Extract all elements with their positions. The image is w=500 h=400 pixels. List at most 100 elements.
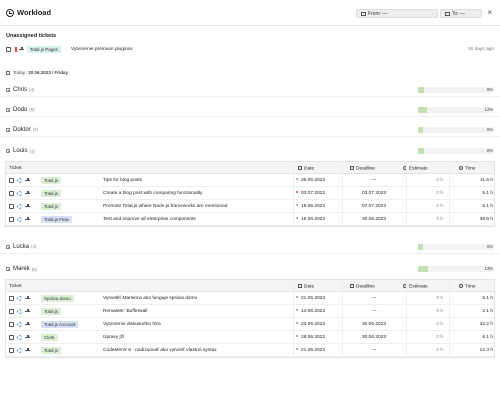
col-time[interactable]: Time bbox=[459, 283, 475, 289]
table-row[interactable]: Správa domu Vysvetliť Marekovi ako funguj… bbox=[6, 292, 494, 305]
tree-icon[interactable] bbox=[25, 308, 30, 314]
ticket-date-value: 21.06.2023 bbox=[301, 348, 326, 353]
ticket-name[interactable]: Remaster: Bufferwall bbox=[103, 309, 147, 314]
expand-icon[interactable] bbox=[6, 87, 10, 92]
collapse-icon[interactable] bbox=[6, 267, 10, 271]
tree-icon[interactable] bbox=[25, 216, 30, 222]
ticket-count: (6) bbox=[29, 107, 35, 112]
row-icons bbox=[9, 308, 33, 314]
unassigned-ticket-row[interactable]: Total.js Pages Vytvorenie prémium plugin… bbox=[6, 44, 494, 55]
table-row[interactable]: Total.js Remaster: Bufferwall 14.06.2023 — 0… bbox=[6, 305, 494, 318]
assign-user-icon[interactable] bbox=[17, 203, 22, 209]
col-deadline[interactable]: Deadline bbox=[350, 283, 375, 289]
table-row[interactable]: Clerk Úpravy jží 28.06.2023 30.06.2023 0 h 6.… bbox=[6, 331, 494, 344]
louis-rows: Total.js Tips for blog posts 26.05.2023 — 0 … bbox=[6, 174, 494, 226]
calculator-icon bbox=[9, 347, 14, 353]
table-row[interactable]: Total.js Account Vytvorenie diskusného fó… bbox=[6, 318, 494, 331]
assign-user-icon[interactable] bbox=[17, 190, 22, 196]
table-row[interactable]: Total.js Flow Test and improve all enterp… bbox=[6, 213, 494, 226]
project-tag: Total.js Account bbox=[41, 321, 79, 328]
col-date-label: Date bbox=[304, 284, 315, 289]
ticket-date: 21.06.2023 bbox=[296, 348, 325, 353]
ticket-date-value: 23.06.2023 bbox=[301, 322, 326, 327]
col-date[interactable]: Date bbox=[298, 165, 314, 171]
table-row[interactable]: Total.js Tips for blog posts 26.05.2023 — 0 … bbox=[6, 174, 494, 187]
tree-icon[interactable] bbox=[25, 203, 30, 209]
person-row-marek[interactable]: Marek (6) 13% bbox=[0, 262, 500, 276]
expand-icon[interactable] bbox=[6, 244, 10, 249]
project-tag: Total.js bbox=[41, 177, 62, 184]
ticket-name[interactable]: Test and improve all enterprise componen… bbox=[103, 217, 196, 222]
tree-icon[interactable] bbox=[25, 177, 30, 183]
assign-user-icon[interactable] bbox=[17, 321, 22, 327]
tree-icon[interactable] bbox=[19, 47, 24, 52]
workload-fill bbox=[418, 127, 423, 133]
ticket-name[interactable]: Úpravy jží bbox=[103, 335, 124, 340]
tree-icon[interactable] bbox=[25, 334, 30, 340]
ticket-time: 32.2 h bbox=[479, 322, 493, 327]
project-tag: Clerk bbox=[41, 334, 58, 341]
louis-ticket-table: Ticket Date Deadline Estimate Time Total… bbox=[5, 161, 495, 227]
workload-bar: 8% bbox=[418, 87, 494, 93]
ticket-date: 21.06.2023 bbox=[296, 296, 325, 301]
status-dot bbox=[296, 348, 298, 350]
workload-percent: 12% bbox=[484, 107, 493, 112]
table-row[interactable]: Total.js Promote Total.js where Node.js f… bbox=[6, 200, 494, 213]
assign-user-icon[interactable] bbox=[17, 216, 22, 222]
col-date[interactable]: Date bbox=[298, 283, 315, 289]
close-icon[interactable]: × bbox=[487, 8, 492, 17]
ticket-time: 11.6 h bbox=[480, 178, 493, 183]
from-date-field[interactable]: From: — bbox=[356, 9, 438, 18]
status-dot bbox=[296, 296, 298, 298]
col-deadline[interactable]: Deadline bbox=[350, 165, 375, 171]
ticket-deadline: — bbox=[371, 348, 377, 353]
ticket-date: 19.06.2023 bbox=[296, 204, 325, 209]
assign-user-icon[interactable] bbox=[17, 347, 22, 353]
ticket-estimate: 0 h bbox=[436, 335, 443, 340]
workload-percent: 6% bbox=[486, 244, 493, 249]
person-row-lucka[interactable]: Lucka (3) 6% bbox=[0, 240, 500, 254]
person-row-dodo[interactable]: Dodo (6) 12% bbox=[0, 103, 500, 117]
ticket-name[interactable]: Tips for blog posts bbox=[103, 178, 142, 183]
col-ticket[interactable]: Ticket bbox=[9, 166, 22, 171]
workload-bar: 6% bbox=[418, 127, 494, 133]
ticket-count: (4) bbox=[29, 148, 35, 154]
workload-fill bbox=[418, 244, 423, 250]
expand-icon[interactable] bbox=[6, 127, 10, 132]
ticket-name[interactable]: Vytvorenie diskusného fóra bbox=[103, 322, 161, 327]
to-date-field[interactable]: To: — bbox=[440, 9, 482, 18]
person-row-chris[interactable]: Chris (4) 8% bbox=[0, 83, 500, 97]
col-ticket[interactable]: Ticket bbox=[9, 284, 22, 289]
person-row-louis[interactable]: Louis (4) 8% bbox=[0, 144, 500, 158]
ticket-deadline: — bbox=[371, 309, 377, 314]
ticket-deadline: 07.07.2023 bbox=[361, 204, 386, 209]
table-row[interactable]: Total.js CodeMirror 6 - nadizuovať ako vy… bbox=[6, 344, 494, 357]
tree-icon[interactable] bbox=[25, 321, 30, 327]
tree-icon[interactable] bbox=[25, 190, 30, 196]
ticket-name[interactable]: Vytvorenie prémium pluginov bbox=[71, 47, 133, 52]
ticket-name[interactable]: Vysvetliť Marekovi ako funguje správa do… bbox=[103, 296, 197, 301]
ticket-name[interactable]: Promote Total.js where Node.js framework… bbox=[103, 204, 227, 209]
table-header: Ticket Date Deadline Estimate Time bbox=[6, 280, 494, 292]
assign-user-icon[interactable] bbox=[17, 295, 22, 301]
ticket-estimate: 0 h bbox=[436, 322, 443, 327]
ticket-deadline: — bbox=[371, 178, 377, 183]
col-time[interactable]: Time bbox=[459, 165, 475, 171]
collapse-icon[interactable] bbox=[6, 149, 10, 153]
ticket-deadline: 03.07.2023 bbox=[361, 191, 386, 196]
status-dot bbox=[296, 322, 298, 324]
workload-bar: 6% bbox=[418, 244, 494, 250]
tree-icon[interactable] bbox=[25, 295, 30, 301]
expand-icon[interactable] bbox=[6, 107, 10, 112]
from-date-label: From: — bbox=[368, 10, 388, 17]
ticket-count: (6) bbox=[31, 266, 38, 272]
assign-user-icon[interactable] bbox=[17, 308, 22, 314]
today-label: Today: 20.06.2023 / Friday bbox=[6, 70, 68, 75]
ticket-name[interactable]: CodeMirror 6 - nadizuovať ako vytvoriť v… bbox=[103, 348, 217, 353]
person-row-doktor[interactable]: Doktor (3) 6% bbox=[0, 123, 500, 137]
ticket-name[interactable]: Create a blog post with comparing functi… bbox=[103, 191, 202, 196]
table-row[interactable]: Total.js Create a blog post with comparin… bbox=[6, 187, 494, 200]
assign-user-icon[interactable] bbox=[17, 177, 22, 183]
assign-user-icon[interactable] bbox=[17, 334, 22, 340]
tree-icon[interactable] bbox=[25, 347, 30, 353]
